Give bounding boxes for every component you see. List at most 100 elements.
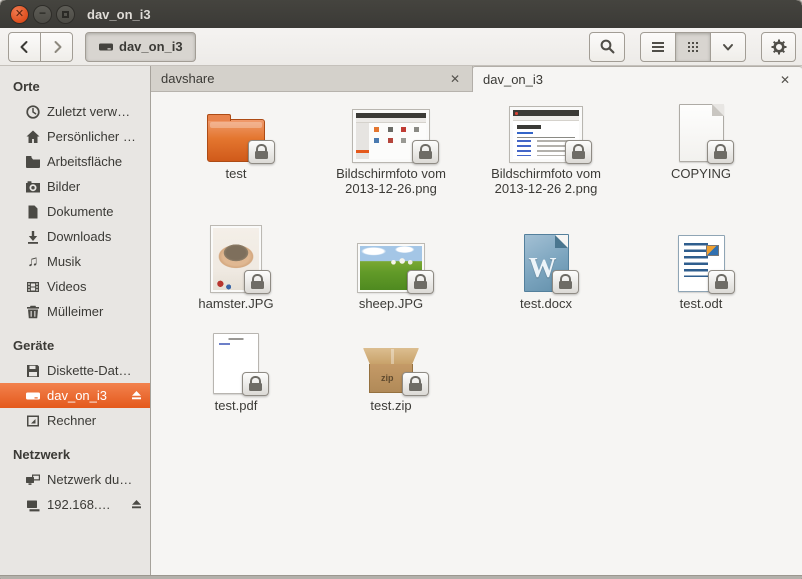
sidebar-item-label: Videos	[47, 279, 144, 294]
file-name: test.odt	[680, 296, 723, 311]
file-name: test.zip	[370, 398, 411, 413]
lock-emblem-icon	[402, 372, 429, 396]
file-name: test.docx	[520, 296, 572, 311]
sidebar-item-label: Rechner	[47, 413, 144, 428]
file-name: sheep.JPG	[359, 296, 423, 311]
tab-dav-on-i3[interactable]: dav_on_i3 ✕	[472, 66, 802, 92]
computer-icon	[25, 413, 41, 429]
sidebar-item-recent[interactable]: Zuletzt verw…	[0, 99, 150, 124]
titlebar[interactable]: ✕ − dav_on_i3	[0, 0, 802, 28]
maximize-icon	[62, 11, 69, 18]
sidebar-item-label: Mülleimer	[47, 304, 144, 319]
file-name: Bildschirmfoto vom 2013-12-26 2.png	[489, 166, 603, 197]
lock-emblem-icon	[242, 372, 269, 396]
chevron-left-icon	[17, 39, 33, 55]
file-item-hamster[interactable]: hamster.JPG	[177, 220, 295, 311]
sidebar-header-network: Netzwerk	[0, 443, 150, 467]
file-name: test.pdf	[215, 398, 258, 413]
chevron-down-icon	[720, 39, 736, 55]
file-item-odt[interactable]: test.odt	[642, 220, 760, 311]
sidebar-header-places: Orte	[0, 75, 150, 99]
close-window-button[interactable]: ✕	[10, 5, 29, 24]
grid-view-button[interactable]	[675, 32, 711, 62]
forward-button[interactable]	[40, 32, 73, 62]
file-item-screenshot-2[interactable]: Bildschirmfoto vom 2013-12-26 2.png	[487, 100, 605, 197]
sidebar-item-trash[interactable]: Mülleimer	[0, 299, 150, 324]
sidebar-item-label: Downloads	[47, 229, 144, 244]
file-item-copying[interactable]: COPYING	[642, 100, 760, 181]
sidebar-item-home[interactable]: Persönlicher …	[0, 124, 150, 149]
sidebar-item-label: 192.168.…	[47, 497, 129, 512]
eject-button[interactable]	[129, 497, 144, 512]
sidebar-item-desktop[interactable]: Arbeitsfläche	[0, 149, 150, 174]
file-item-zip[interactable]: zip test.zip	[332, 330, 450, 413]
lock-emblem-icon	[707, 140, 734, 164]
list-view-icon	[650, 39, 666, 55]
lock-emblem-icon	[708, 270, 735, 294]
back-button[interactable]	[8, 32, 41, 62]
list-view-button[interactable]	[640, 32, 676, 62]
camera-icon	[25, 179, 41, 195]
sidebar-header-devices: Geräte	[0, 334, 150, 358]
gear-icon	[770, 38, 788, 56]
location-breadcrumb-button[interactable]: dav_on_i3	[85, 32, 196, 62]
minimize-window-button[interactable]: −	[33, 5, 52, 24]
location-label: dav_on_i3	[119, 39, 183, 54]
sidebar-item-downloads[interactable]: Downloads	[0, 224, 150, 249]
maximize-window-button[interactable]	[56, 5, 75, 24]
file-name: test	[226, 166, 247, 181]
sidebar-item-music[interactable]: ♫ Musik	[0, 249, 150, 274]
view-options-dropdown-button[interactable]	[710, 32, 746, 62]
minimize-icon: −	[39, 7, 46, 19]
lock-emblem-icon	[248, 140, 275, 164]
tab-davshare[interactable]: davshare ✕	[151, 66, 473, 91]
toolbar: dav_on_i3	[0, 28, 802, 66]
sidebar-item-label: Arbeitsfläche	[47, 154, 144, 169]
sidebar-item-pictures[interactable]: Bilder	[0, 174, 150, 199]
chevron-right-icon	[49, 39, 65, 55]
view-mode-group	[640, 32, 746, 62]
sidebar-item-computer[interactable]: Rechner	[0, 408, 150, 433]
sidebar-item-label: Zuletzt verw…	[47, 104, 144, 119]
film-icon	[25, 279, 41, 295]
tab-bar: davshare ✕ dav_on_i3 ✕	[151, 66, 802, 92]
lock-emblem-icon	[412, 140, 439, 164]
tab-label: dav_on_i3	[483, 72, 770, 87]
sidebar-item-network-server[interactable]: 192.168.…	[0, 492, 150, 517]
harddisk-icon	[25, 388, 41, 404]
file-item-test-folder[interactable]: test	[177, 100, 295, 181]
file-item-sheep[interactable]: sheep.JPG	[332, 220, 450, 311]
file-item-docx[interactable]: W test.docx	[487, 220, 605, 311]
harddisk-icon	[98, 39, 114, 55]
sidebar-item-documents[interactable]: Dokumente	[0, 199, 150, 224]
document-icon	[25, 204, 41, 220]
sidebar-item-dav-on-i3[interactable]: dav_on_i3	[0, 383, 150, 408]
sidebar-item-label: Diskette-Dat…	[47, 363, 144, 378]
sidebar-item-label: dav_on_i3	[47, 388, 129, 403]
desktop-folder-icon	[25, 154, 41, 170]
trash-icon	[25, 304, 41, 320]
sidebar-item-label: Dokumente	[47, 204, 144, 219]
file-name: COPYING	[671, 166, 731, 181]
eject-button[interactable]	[129, 388, 144, 403]
sidebar-item-videos[interactable]: Videos	[0, 274, 150, 299]
window-bottom-edge	[0, 575, 802, 579]
lock-emblem-icon	[244, 270, 271, 294]
tab-close-button[interactable]: ✕	[778, 73, 792, 87]
search-button[interactable]	[589, 32, 625, 62]
file-item-pdf[interactable]: test.pdf	[177, 330, 295, 413]
file-grid[interactable]: test Bildschirmfoto vom 2013-12-26.png	[151, 92, 802, 575]
sidebar-item-browse-network[interactable]: Netzwerk du…	[0, 467, 150, 492]
home-icon	[25, 129, 41, 145]
recent-icon	[25, 104, 41, 120]
search-icon	[599, 38, 616, 55]
window-title: dav_on_i3	[87, 7, 151, 22]
file-item-screenshot-1[interactable]: Bildschirmfoto vom 2013-12-26.png	[332, 100, 450, 197]
close-icon: ✕	[15, 9, 24, 20]
lock-emblem-icon	[552, 270, 579, 294]
tab-close-button[interactable]: ✕	[448, 72, 462, 86]
sidebar-item-floppy[interactable]: Diskette-Dat…	[0, 358, 150, 383]
floppy-icon	[25, 363, 41, 379]
lock-emblem-icon	[565, 140, 592, 164]
settings-menu-button[interactable]	[761, 32, 796, 62]
